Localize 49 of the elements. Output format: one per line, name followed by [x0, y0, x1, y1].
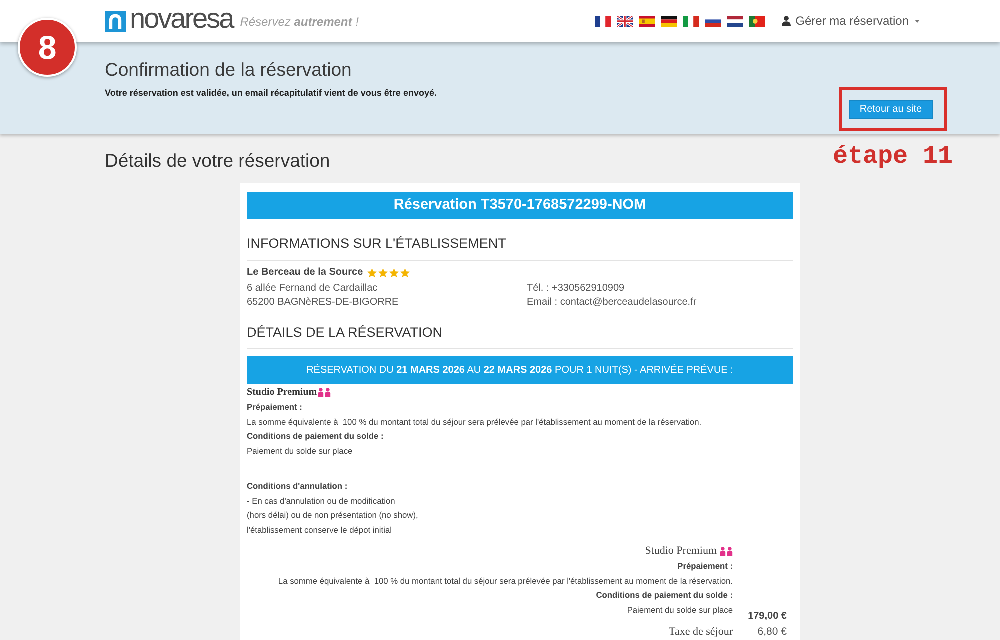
logo-tagline: Réservez autrement ! [240, 15, 359, 29]
condition-label: Conditions de paiement du solde : [247, 430, 384, 443]
room-name: Studio Premium [645, 544, 717, 559]
italian-flag-icon[interactable] [682, 16, 699, 26]
condition-text: (hors délai) ou de non présentation (no show), [247, 509, 418, 522]
condition-label: Prépaiement : [247, 401, 302, 414]
contact-line: Tél. : +330562910909 [527, 282, 625, 296]
stay-dates-bar: RÉSERVATION DU 21 MARS 2026 AU 22 MARS 2026 POUR 1 NUIT(S) - ARRIVÉE PRÉVUE : [247, 356, 793, 384]
step-label: étape 11 [832, 143, 953, 171]
reservation-title-bar: Réservation T3570-1768572299-NOM [247, 192, 793, 219]
condition-text: - En cas d'annulation ou de modification [247, 494, 396, 508]
star-icon [389, 268, 400, 278]
two-persons-icon [318, 388, 332, 397]
german-flag-icon[interactable] [660, 16, 677, 26]
condition-text: La somme équivalente à 100 % du montant total du séjour sera prélevée par l'établissement au moment de la réservation. [247, 416, 702, 429]
room-name: Studio Premium [247, 386, 318, 400]
portuguese-flag-icon[interactable] [748, 16, 765, 26]
establishment-name: Le Berceau de la Source [247, 266, 364, 280]
star-icon [400, 268, 411, 278]
french-flag-icon[interactable] [594, 16, 611, 26]
star-icon [367, 268, 378, 278]
logo-wordmark: novaresa [130, 5, 234, 36]
condition-label: Conditions de paiement du solde : [596, 589, 733, 602]
user-icon [782, 16, 791, 26]
logo-mark-icon [105, 10, 126, 32]
condition-text: Paiement du solde sur place [247, 444, 353, 458]
spanish-flag-icon[interactable] [638, 16, 655, 26]
condition-label: Conditions d'annulation : [247, 480, 348, 493]
dutch-flag-icon[interactable] [726, 16, 743, 26]
condition-text: La somme équivalente à 100 % du montant total du séjour sera prélevée par l'établissement au moment de la réservation. [278, 574, 733, 588]
condition-text: Paiement du solde sur place [627, 604, 733, 617]
address-line: 65200 BAGNèRES-DE-BIGORRE [247, 296, 399, 309]
condition-text: l'établissement conserve le dépot initial [247, 524, 392, 537]
british-flag-icon[interactable] [616, 16, 633, 26]
charge-amount: 6,80 € [758, 624, 787, 640]
establishment-heading: INFORMATIONS SUR L'ÉTABLISSEMENT [247, 235, 506, 253]
star-icon [378, 268, 389, 278]
two-persons-icon [720, 547, 733, 556]
confirmation-message: Votre réservation est validée, un email récapitulatif vient de vous être envoyé. [105, 87, 437, 99]
page-title: Confirmation de la réservation [105, 60, 352, 80]
details-heading: DÉTAILS DE LA RÉSERVATION [247, 324, 443, 342]
contact-line: Email : contact@berceaudelasource.fr [527, 296, 697, 309]
condition-label: Prépaiement : [678, 560, 733, 573]
charge-label: Taxe de séjour [669, 624, 733, 640]
caret-icon [915, 20, 920, 22]
room-price: 179,00 € [748, 610, 787, 624]
account-menu-button[interactable]: Gérer ma réservation [782, 13, 920, 29]
section-title: Détails de votre réservation [105, 150, 330, 172]
address-line: 6 allée Fernand de Cardaillac [247, 282, 378, 296]
